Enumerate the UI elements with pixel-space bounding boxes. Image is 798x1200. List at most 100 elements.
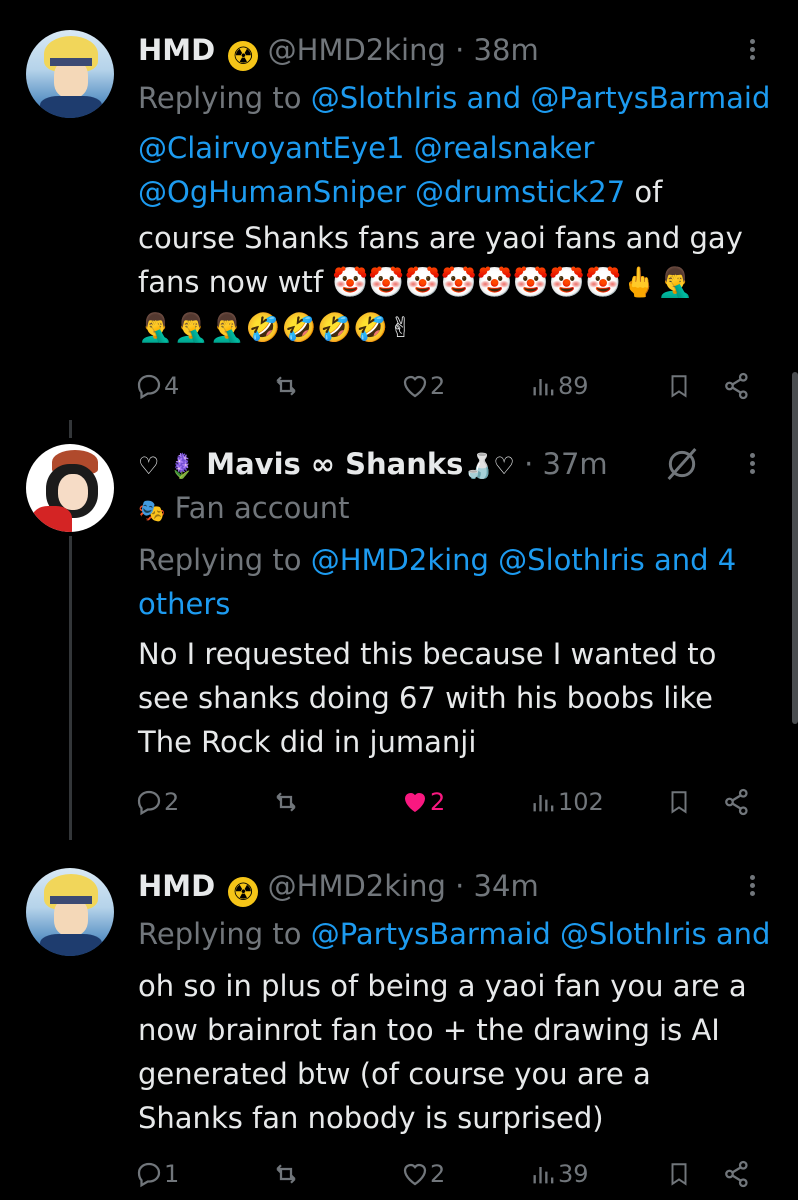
name-suffix: 🍶♡ bbox=[463, 452, 515, 480]
handle[interactable]: @HMD2king bbox=[268, 33, 446, 67]
repost-button[interactable] bbox=[270, 366, 302, 406]
replying-prefix: Replying to bbox=[138, 543, 311, 577]
repost-icon bbox=[276, 376, 296, 396]
text: The Rock did in jumanji bbox=[138, 725, 477, 759]
text: of bbox=[625, 175, 663, 209]
bookmark-button[interactable] bbox=[666, 782, 692, 822]
timestamp[interactable]: 37m bbox=[543, 447, 608, 481]
view-count: 102 bbox=[558, 788, 604, 816]
heart-icon bbox=[403, 375, 427, 398]
tweet-3[interactable]: HMD ☢ @HMD2king · 34m Replying to @Party… bbox=[0, 850, 798, 1200]
text: Shanks fan nobody is surprised) bbox=[138, 1101, 604, 1135]
like-count: 2 bbox=[430, 1160, 446, 1188]
tweet-text-line: @OgHumanSniper @drumstick27 of bbox=[138, 170, 662, 214]
like-button[interactable]: 2 bbox=[400, 1154, 445, 1194]
like-button[interactable]: 2 bbox=[400, 782, 445, 822]
reply-button[interactable]: 4 bbox=[134, 366, 179, 406]
grok-icon[interactable] bbox=[662, 444, 702, 484]
display-name[interactable]: HMD bbox=[138, 869, 215, 903]
text: generated btw (of course you are a bbox=[138, 1057, 651, 1091]
replying-links[interactable]: @PartysBarmaid @SlothIris and bbox=[311, 917, 771, 951]
radioactive-badge-icon: ☢ bbox=[228, 41, 259, 71]
like-count: 2 bbox=[430, 788, 446, 816]
more-icon[interactable] bbox=[742, 872, 762, 908]
name-prefix: ♡ 🪻 bbox=[138, 452, 198, 480]
action-bar: 2 2 102 bbox=[130, 782, 770, 822]
views-icon bbox=[533, 379, 554, 396]
views-button[interactable]: 89 bbox=[530, 366, 589, 406]
heart-icon bbox=[403, 1163, 427, 1186]
timestamp[interactable]: 38m bbox=[474, 33, 539, 67]
replying-to-cont: others bbox=[138, 582, 230, 626]
repost-icon bbox=[276, 1164, 296, 1184]
repost-icon bbox=[276, 792, 296, 812]
bookmark-icon bbox=[671, 1163, 687, 1186]
text: see shanks doing 67 with his boobs like bbox=[138, 681, 713, 715]
bookmark-icon bbox=[671, 791, 687, 814]
tweet-text-line: course Shanks fans are yaoi fans and gay bbox=[138, 216, 743, 260]
mention-link[interactable]: @OgHumanSniper @drumstick27 bbox=[138, 175, 625, 209]
replying-links[interactable]: @HMD2king @SlothIris and 4 bbox=[311, 543, 737, 577]
action-bar: 4 2 89 bbox=[130, 366, 770, 406]
more-icon[interactable] bbox=[742, 36, 762, 72]
views-button[interactable]: 102 bbox=[530, 782, 604, 822]
reply-icon bbox=[137, 374, 161, 400]
tweet-text-line: The Rock did in jumanji bbox=[138, 720, 476, 764]
text: 🤦‍♂️🤦‍♂️🤦‍♂️🤣🤣🤣🤣✌ bbox=[138, 311, 414, 344]
replying-prefix: Replying to bbox=[138, 917, 311, 951]
reply-button[interactable]: 1 bbox=[134, 1154, 179, 1194]
tweet-text-line: Shanks fan nobody is surprised) bbox=[138, 1096, 604, 1140]
views-icon bbox=[533, 1167, 554, 1184]
like-button[interactable]: 2 bbox=[400, 366, 445, 406]
bookmark-icon bbox=[671, 375, 687, 398]
handle[interactable]: @HMD2king bbox=[268, 869, 446, 903]
avatar[interactable] bbox=[26, 444, 114, 532]
text: No I requested this because I wanted to bbox=[138, 637, 717, 671]
tweet-1[interactable]: HMD ☢ @HMD2king · 38m Replying to @Sloth… bbox=[0, 0, 798, 420]
view-count: 39 bbox=[558, 1160, 589, 1188]
replying-others-link[interactable]: others bbox=[138, 587, 230, 621]
action-bar: 1 2 39 bbox=[130, 1154, 770, 1194]
view-count: 89 bbox=[558, 372, 589, 400]
display-name[interactable]: Mavis ∞ Shanks bbox=[206, 447, 463, 481]
text: oh so in plus of being a yaoi fan you ar… bbox=[138, 969, 747, 1003]
share-button[interactable] bbox=[722, 1154, 752, 1194]
views-icon bbox=[533, 795, 554, 812]
tweet-text-line: now brainrot fan too + the drawing is AI bbox=[138, 1008, 720, 1052]
display-name[interactable]: HMD bbox=[138, 33, 215, 67]
tweet-header: HMD ☢ @HMD2king · 38m bbox=[138, 32, 539, 71]
text: fans now wtf 🤡🤡🤡🤡🤡🤡🤡🤡🖕🤦‍♂️ bbox=[138, 265, 694, 299]
reply-count: 2 bbox=[164, 788, 180, 816]
tweet-text-line: No I requested this because I wanted to bbox=[138, 632, 716, 676]
avatar[interactable] bbox=[26, 30, 114, 118]
repost-button[interactable] bbox=[270, 782, 302, 822]
like-count: 2 bbox=[430, 372, 446, 400]
views-button[interactable]: 39 bbox=[530, 1154, 589, 1194]
separator-dot: · bbox=[524, 447, 534, 481]
tweet-text-line: @ClairvoyantEye1 @realsnaker bbox=[138, 126, 594, 170]
replying-to: Replying to @SlothIris and @PartysBarmai… bbox=[138, 76, 770, 120]
tweet-2[interactable]: ♡ 🪻 Mavis ∞ Shanks🍶♡ · 37m 🎭 Fan account… bbox=[0, 420, 798, 850]
radioactive-badge-icon: ☢ bbox=[228, 877, 259, 907]
separator-dot: · bbox=[455, 33, 465, 67]
mention-link[interactable]: @ClairvoyantEye1 @realsnaker bbox=[138, 131, 594, 165]
replying-links[interactable]: @SlothIris and @PartysBarmaid bbox=[311, 81, 771, 115]
heart-filled-icon bbox=[405, 793, 425, 812]
bookmark-button[interactable] bbox=[666, 366, 692, 406]
more-icon[interactable] bbox=[742, 450, 762, 486]
share-icon bbox=[725, 788, 748, 816]
avatar[interactable] bbox=[26, 868, 114, 956]
scrollbar[interactable] bbox=[792, 372, 798, 724]
theater-masks-icon: 🎭 bbox=[138, 499, 166, 524]
tweet-text-line: fans now wtf 🤡🤡🤡🤡🤡🤡🤡🤡🖕🤦‍♂️ bbox=[138, 260, 693, 304]
text: course Shanks fans are yaoi fans and gay bbox=[138, 221, 743, 255]
timestamp[interactable]: 34m bbox=[474, 869, 539, 903]
share-button[interactable] bbox=[722, 366, 752, 406]
share-icon bbox=[725, 1160, 748, 1188]
share-button[interactable] bbox=[722, 782, 752, 822]
reply-icon bbox=[137, 1162, 161, 1188]
repost-button[interactable] bbox=[270, 1154, 302, 1194]
bookmark-button[interactable] bbox=[666, 1154, 692, 1194]
replying-to: Replying to @HMD2king @SlothIris and 4 bbox=[138, 538, 736, 582]
reply-button[interactable]: 2 bbox=[134, 782, 179, 822]
